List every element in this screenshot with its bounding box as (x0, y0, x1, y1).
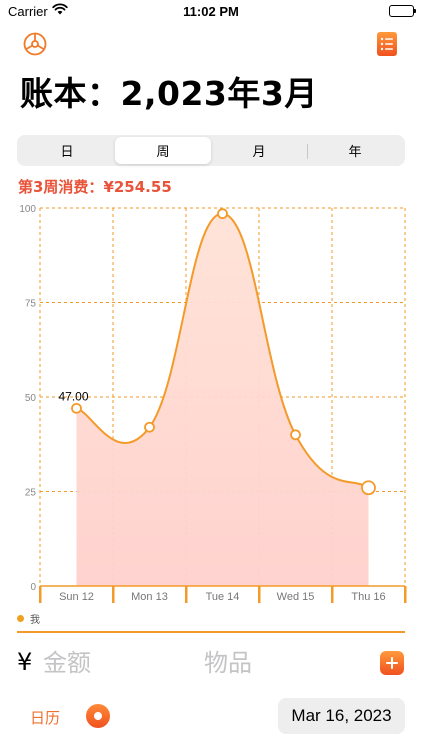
gear-icon (23, 32, 47, 56)
segment-label: 日 (60, 145, 74, 160)
x-tick-label: Thu 16 (351, 591, 385, 603)
date-picker-button[interactable]: Mar 16, 2023 (278, 698, 405, 734)
x-tick-mark (331, 586, 334, 603)
x-tick-mark (258, 586, 261, 603)
entry-row: ¥ (0, 640, 422, 686)
spending-chart: 0 25 50 75 100 47.00 Sun 12 Mon 13 Tue 14 Wed 15 T… (0, 198, 422, 610)
y-tick-label: 0 (30, 582, 36, 593)
period-segmented-control: 日 周 月 年 (17, 135, 405, 166)
data-point (290, 429, 301, 441)
y-tick-label: 100 (19, 204, 36, 215)
x-tick-mark (404, 586, 407, 603)
amount-input[interactable] (43, 646, 173, 680)
legend-dot (17, 615, 24, 622)
add-entry-button[interactable] (380, 651, 404, 675)
x-tick-mark (112, 586, 115, 603)
data-label: 47.00 (59, 389, 89, 403)
segment-month[interactable]: 月 (211, 137, 307, 164)
x-tick-mark (185, 586, 188, 603)
bottom-row: 日历 Mar 16, 2023 (0, 698, 422, 734)
currency-symbol: ¥ (17, 648, 33, 676)
x-tick-label: Sun 12 (59, 591, 94, 603)
battery-icon (389, 5, 416, 17)
series-area (76, 213, 369, 586)
y-tick-label: 50 (25, 393, 37, 404)
settings-button[interactable] (21, 30, 49, 58)
date-label: Mar 16, 2023 (291, 706, 392, 725)
x-tick-label: Wed 15 (277, 591, 315, 603)
list-icon (377, 32, 397, 56)
record-icon (94, 712, 102, 720)
legend-label: 我 (30, 615, 40, 626)
item-input[interactable] (204, 646, 344, 680)
x-tick-label: Tue 14 (206, 591, 240, 603)
status-time: 11:02 PM (183, 4, 239, 19)
data-point (71, 402, 82, 414)
segment-week[interactable]: 周 (115, 137, 211, 164)
segment-label: 周 (156, 145, 170, 160)
segment-divider (307, 144, 308, 159)
data-point (217, 208, 228, 220)
record-button[interactable] (86, 704, 110, 728)
x-tick-label: Mon 13 (131, 591, 168, 603)
segment-label: 月 (252, 145, 266, 160)
chart-svg: 0 25 50 75 100 47.00 Sun 12 Mon 13 Tue 14 Wed 15 T… (19, 204, 407, 603)
data-point (361, 480, 376, 496)
y-tick-label: 25 (25, 488, 37, 499)
data-point (144, 421, 155, 433)
calendar-button[interactable]: 日历 (30, 707, 60, 728)
chart-legend: 我 (17, 611, 40, 626)
segment-label: 年 (348, 145, 362, 160)
plus-icon (386, 657, 398, 669)
page-title: 账本：2,023年3月 (20, 74, 318, 113)
y-tick-label: 75 (25, 299, 37, 310)
week-total-label: 第3周消费：¥254.55 (18, 178, 172, 196)
x-tick-mark (39, 586, 42, 603)
segment-day[interactable]: 日 (19, 137, 115, 164)
segment-year[interactable]: 年 (307, 137, 403, 164)
status-bar: Carrier 11:02 PM (0, 0, 422, 24)
list-button[interactable] (373, 30, 401, 58)
legend-divider (17, 631, 405, 633)
